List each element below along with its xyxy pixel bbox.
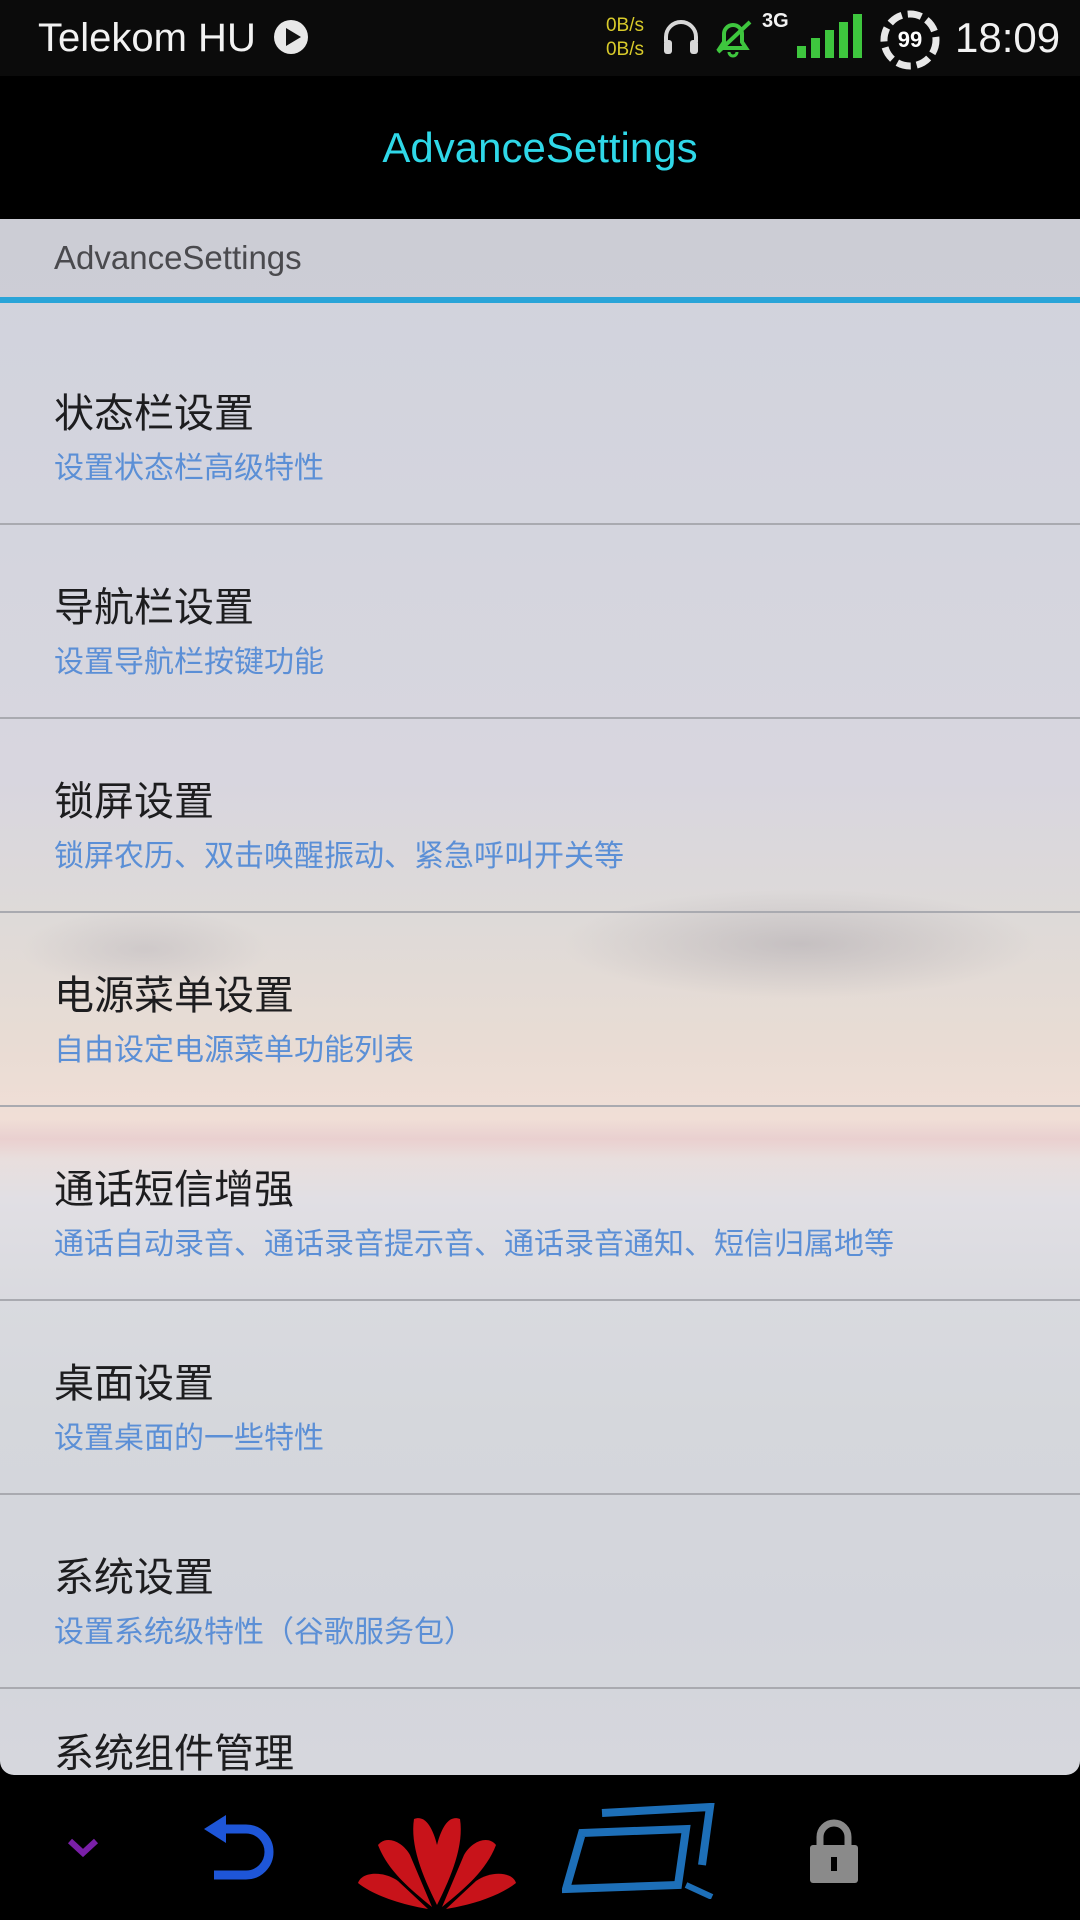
status-bar: Telekom HU 0B/s 0B/s 3G 99 18:09 [0,0,1080,76]
download-speed: 0B/s [605,39,645,60]
hide-navbar-icon[interactable] [66,1835,100,1859]
setting-item-title: 系统组件管理 [54,1731,294,1775]
section-divider [0,297,1080,303]
setting-item-summary: 设置导航栏按键功能 [54,645,324,680]
network-speed: 0B/s 0B/s [600,14,650,62]
app-title: AdvanceSettings [382,124,698,171]
setting-item-title: 电源菜单设置 [54,973,294,1019]
setting-item-lock-screen[interactable]: 锁屏设置 锁屏农历、双击唤醒振动、紧急呼叫开关等 [0,717,1080,913]
setting-item-system-components[interactable]: 系统组件管理 [0,1687,1080,1775]
setting-item-summary: 自由设定电源菜单功能列表 [54,1033,414,1068]
alarm-off-icon [716,20,752,58]
setting-item-title: 状态栏设置 [54,391,254,437]
setting-item-status-bar[interactable]: 状态栏设置 设置状态栏高级特性 [0,329,1080,525]
back-icon[interactable] [196,1815,276,1885]
upload-speed: 0B/s [605,15,645,36]
settings-list-panel[interactable]: AdvanceSettings 状态栏设置 设置状态栏高级特性 导航栏设置 设置… [0,219,1080,1775]
headset-icon [664,20,698,54]
setting-item-title: 导航栏设置 [54,585,254,631]
carrier-name: Telekom HU [38,16,256,60]
clock: 18:09 [955,14,1061,61]
section-title: AdvanceSettings [54,239,302,276]
recent-apps-icon[interactable] [562,1803,732,1899]
section-header: AdvanceSettings [0,219,1080,297]
setting-item-title: 系统设置 [54,1555,214,1601]
setting-item-title: 桌面设置 [54,1361,214,1407]
app-bar: AdvanceSettings [0,76,1080,219]
lock-screen-icon[interactable] [806,1817,862,1885]
setting-item-title: 通话短信增强 [54,1167,294,1213]
setting-item-title: 锁屏设置 [54,779,214,825]
setting-item-summary: 设置系统级特性（谷歌服务包） [54,1615,474,1650]
setting-item-desktop[interactable]: 桌面设置 设置桌面的一些特性 [0,1299,1080,1495]
setting-item-summary: 设置桌面的一些特性 [54,1421,324,1456]
setting-item-navigation-bar[interactable]: 导航栏设置 设置导航栏按键功能 [0,523,1080,719]
setting-item-summary: 通话自动录音、通话录音提示音、通话录音通知、短信归属地等 [54,1227,894,1262]
battery-level: 99 [897,27,923,52]
setting-item-summary: 锁屏农历、双击唤醒振动、紧急呼叫开关等 [54,839,624,874]
setting-item-call-sms[interactable]: 通话短信增强 通话自动录音、通话录音提示音、通话录音通知、短信归属地等 [0,1105,1080,1301]
signal-icon [797,14,862,58]
navigation-bar [0,1775,1080,1920]
play-icon [274,20,308,54]
setting-item-power-menu[interactable]: 电源菜单设置 自由设定电源菜单功能列表 [0,911,1080,1107]
home-huawei-logo-icon[interactable] [352,1805,522,1915]
network-type: 3G [762,10,789,32]
setting-item-system[interactable]: 系统设置 设置系统级特性（谷歌服务包） [0,1493,1080,1689]
setting-item-summary: 设置状态栏高级特性 [54,451,324,486]
